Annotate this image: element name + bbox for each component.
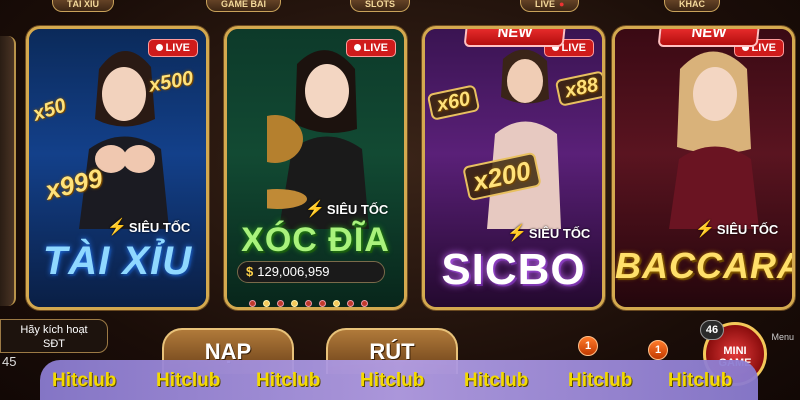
game-title: BACCARAT xyxy=(615,245,792,286)
speed-label: ⚡ SIÊU TỐC xyxy=(305,201,389,218)
activate-phone-button[interactable]: Hãy kích hoạt SĐT xyxy=(0,319,108,353)
game-card-baccarat[interactable]: NEW LIVE ⚡SIÊU TỐC BACCARAT xyxy=(612,26,795,310)
mini-game-count-badge: 46 xyxy=(700,320,724,340)
result-dot xyxy=(361,300,368,307)
result-dot xyxy=(277,300,284,307)
nav-tab-khac[interactable]: KHÁC xyxy=(664,0,720,12)
nav-tab-game-bai[interactable]: GAME BÀI xyxy=(206,0,281,12)
jackpot-value: 129,006,959 xyxy=(257,264,330,279)
dealer-portrait xyxy=(79,50,169,229)
live-badge: LIVE xyxy=(147,39,198,57)
watermark-text: Hitclub xyxy=(668,370,733,391)
notification-badge: 1 xyxy=(648,340,668,360)
lightning-icon: ⚡ xyxy=(305,201,325,218)
game-card-xocdia[interactable]: LIVE ⚡ SIÊU TỐC XÓC ĐĨA $129,006,959 xyxy=(224,26,407,310)
watermark-text: Hitclub xyxy=(156,370,221,391)
game-title: TÀI XỈU xyxy=(42,239,193,283)
watermark-text: Hitclub xyxy=(256,370,321,391)
speed-label: ⚡ SIÊU TỐC xyxy=(695,221,779,238)
watermark-text: Hitclub xyxy=(360,370,425,391)
game-title: XÓC ĐĨA xyxy=(241,221,390,259)
result-dot xyxy=(333,300,340,307)
dollar-icon: $ xyxy=(246,264,254,279)
nav-tab-live[interactable]: LIVE ● xyxy=(520,0,580,12)
game-card-sicbo[interactable]: NEW LIVE x60 x88 x200 ⚡ SIÊU TỐC SICBO xyxy=(422,26,605,310)
lightning-icon: ⚡ xyxy=(107,219,127,236)
lightning-icon: ⚡ xyxy=(507,225,527,242)
balance-count: 45 xyxy=(2,354,17,369)
game-card-taixiu[interactable]: LIVE x50 x500 x999 ⚡ SIÊU TỐC TÀI XỈU xyxy=(26,26,209,310)
previous-card-edge[interactable] xyxy=(0,36,16,306)
nav-tab-slots[interactable]: SLOTS xyxy=(350,0,411,12)
result-dot xyxy=(263,300,270,307)
lightning-icon: ⚡ xyxy=(695,221,715,238)
watermark-text: Hitclub xyxy=(464,370,529,391)
live-dot-icon: ● xyxy=(559,0,565,9)
watermark-text: Hitclub xyxy=(568,370,633,391)
live-dot-icon xyxy=(155,44,163,51)
game-title: SICBO xyxy=(441,245,586,294)
new-badge: NEW xyxy=(657,29,761,47)
result-dot xyxy=(347,300,354,307)
new-badge: NEW xyxy=(463,29,567,47)
speed-label: ⚡ SIÊU TỐC xyxy=(107,219,191,236)
nav-tab-taixiu[interactable]: TÀI XỈU xyxy=(52,0,115,12)
watermark-banner: Hitclub Hitclub Hitclub Hitclub Hitclub … xyxy=(40,360,758,400)
dealer-portrait xyxy=(487,49,561,229)
result-dot xyxy=(319,300,326,307)
watermark-text: Hitclub xyxy=(52,370,117,391)
result-dot xyxy=(249,300,256,307)
live-badge: LIVE xyxy=(345,39,396,57)
history-dots xyxy=(249,294,375,307)
jackpot-display: $129,006,959 xyxy=(237,261,385,283)
menu-button[interactable]: Menu xyxy=(771,332,794,342)
speed-label: ⚡ SIÊU TỐC xyxy=(507,225,591,242)
result-dot xyxy=(305,300,312,307)
result-dot xyxy=(291,300,298,307)
top-nav: TÀI XỈU GAME BÀI SLOTS LIVE ● KHÁC xyxy=(0,0,800,14)
notification-badge: 1 xyxy=(578,336,598,356)
live-dot-icon xyxy=(353,44,361,51)
dealer-portrait xyxy=(669,51,759,229)
